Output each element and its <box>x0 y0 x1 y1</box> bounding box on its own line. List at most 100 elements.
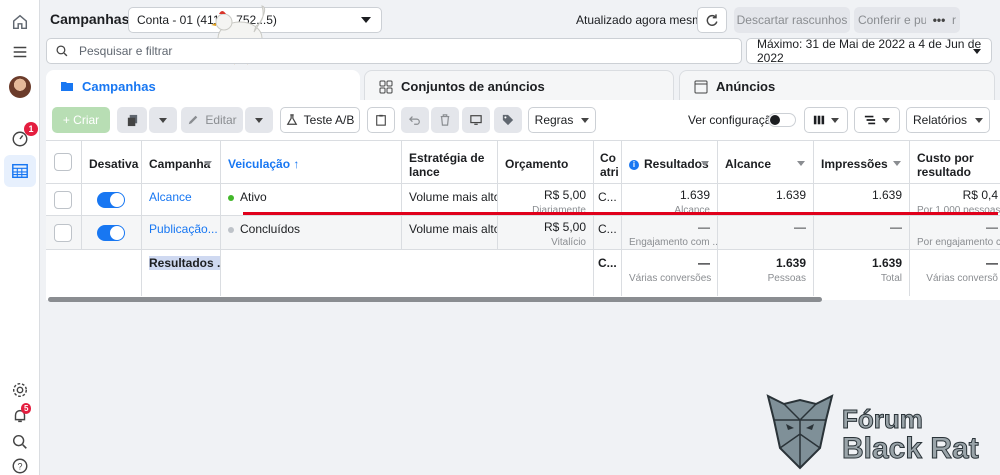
col-bid-strategy[interactable]: Estratégia de lance <box>402 141 498 183</box>
totals-results: — <box>698 256 710 270</box>
reports-label: Relatórios <box>912 113 968 127</box>
date-range-label: Máximo: 31 de Mai de 2022 a 4 de Jun de … <box>757 37 982 65</box>
avatar[interactable] <box>9 76 31 98</box>
cost-cell: R$ 0,4 Por 1.000 pessoas... <box>910 184 1000 215</box>
col-cost-per-result[interactable]: Custo por resultado <box>910 141 1000 183</box>
tab-ad-sets[interactable]: Conjuntos de anúncios <box>364 70 674 102</box>
toggle-knob <box>110 225 124 240</box>
totals-cost-sub: Várias conversõ <box>926 273 998 284</box>
tab-ads[interactable]: Anúncios <box>679 70 995 102</box>
columns-icon <box>813 115 825 125</box>
cost-value: R$ 0,4 <box>962 188 998 202</box>
col-reach-label: Alcance <box>725 157 772 171</box>
totals-results-sub: Várias conversões <box>629 273 712 284</box>
date-range-picker[interactable]: Máximo: 31 de Mai de 2022 a 4 de Jun de … <box>746 37 992 65</box>
col-impressions-label: Impressões <box>821 157 888 171</box>
cost-sub: Por engajamento c... <box>917 237 1000 248</box>
select-all-checkbox[interactable] <box>54 153 72 171</box>
pencil-icon <box>189 115 198 125</box>
totals-reach: 1.639 <box>775 256 806 270</box>
svg-text:?: ? <box>17 462 22 472</box>
row-toggle-cell <box>82 216 142 249</box>
rat-logo-icon <box>766 394 834 470</box>
delete-button[interactable] <box>431 107 459 133</box>
info-icon: i <box>629 160 639 170</box>
undo-icon <box>409 116 420 125</box>
campaign-name-link[interactable]: Publicação... <box>142 216 221 249</box>
row-checkbox[interactable] <box>54 223 72 242</box>
row-select-cell <box>46 216 82 249</box>
totals-empty-cell <box>221 250 594 296</box>
totals-empty-cell <box>82 250 142 296</box>
totals-label-cell: Resultados ... <box>142 250 221 296</box>
rules-button[interactable]: Regras <box>528 107 596 133</box>
col-attribution[interactable]: Co atri <box>594 141 622 183</box>
preview-button[interactable] <box>462 107 490 133</box>
create-button[interactable]: + Criar <box>52 107 110 133</box>
edit-label: Editar <box>205 113 237 127</box>
tab-campaigns[interactable]: Campanhas <box>46 70 360 102</box>
menu-icon[interactable] <box>8 40 32 64</box>
totals-row: Resultados ... C... — Várias conversões 1… <box>46 250 1000 296</box>
row-checkbox[interactable] <box>54 190 72 209</box>
sort-icon <box>893 161 901 166</box>
col-impressions[interactable]: Impressões <box>814 141 910 183</box>
help-icon[interactable]: ? <box>8 454 32 475</box>
budget-cell: R$ 5,00 Diariamente <box>498 184 594 215</box>
clipboard-icon <box>376 114 386 126</box>
reports-button[interactable]: Relatórios <box>906 107 990 133</box>
results-cell: 1.639 Alcance <box>622 184 718 215</box>
refresh-button[interactable] <box>697 7 727 33</box>
table-icon[interactable] <box>4 155 36 187</box>
tab-campaigns-label: Campanhas <box>82 78 156 94</box>
search-icon <box>56 45 68 57</box>
budget-value: R$ 5,00 <box>543 220 586 234</box>
sort-icon <box>701 161 709 166</box>
rules-label: Regras <box>534 113 574 127</box>
search-filter-bar[interactable]: Pesquisar e filtrar <box>46 38 742 64</box>
reach-cell: 1.639 <box>718 184 814 215</box>
ad-icon <box>694 80 708 94</box>
clipboard-button[interactable] <box>367 107 395 133</box>
preview-icon <box>470 115 482 125</box>
col-campaign[interactable]: Campanha <box>142 141 221 183</box>
select-all-cell <box>46 141 82 183</box>
col-reach[interactable]: Alcance <box>718 141 814 183</box>
edit-button[interactable]: Editar <box>181 107 243 133</box>
campaign-toggle[interactable] <box>97 224 125 241</box>
breakdown-icon <box>864 115 876 125</box>
undo-button[interactable] <box>401 107 429 133</box>
table-row[interactable]: Publicação... Concluídos Volume mais alt… <box>46 216 1000 250</box>
col-delivery[interactable]: Veiculação ↑ <box>221 141 402 183</box>
chevron-down-icon <box>975 117 984 123</box>
settings-icon[interactable] <box>8 378 32 402</box>
col-budget[interactable]: Orçamento <box>498 141 594 183</box>
delivery-status: Ativo <box>240 190 267 204</box>
top-header: Campanhas Conta - 01 (4115...752...5) At… <box>40 0 1000 38</box>
chevron-down-icon <box>581 117 590 123</box>
duplicate-menu-button[interactable] <box>149 107 177 133</box>
totals-reach-sub: Pessoas <box>767 273 806 284</box>
more-options-button[interactable]: ••• <box>926 7 952 33</box>
campaign-name-link[interactable]: Alcance <box>142 184 221 215</box>
page-title: Campanhas <box>50 11 130 27</box>
col-results[interactable]: i Resultados <box>622 141 718 183</box>
campaign-toggle[interactable] <box>97 191 125 208</box>
sort-icon <box>797 161 805 166</box>
home-icon[interactable] <box>8 10 32 34</box>
ab-test-button[interactable]: Teste A/B <box>280 107 360 133</box>
grid-icon <box>379 80 393 94</box>
tag-button[interactable] <box>494 107 522 133</box>
col-toggle[interactable]: Desativa <box>82 141 142 183</box>
tab-ad-sets-label: Conjuntos de anúncios <box>401 79 545 94</box>
breakdown-button[interactable] <box>854 107 900 133</box>
edit-menu-button[interactable] <box>245 107 273 133</box>
search-icon[interactable] <box>8 430 32 454</box>
delivery-status: Concluídos <box>240 222 301 236</box>
horizontal-scrollbar[interactable] <box>48 297 822 302</box>
duplicate-button[interactable] <box>117 107 147 133</box>
copy-icon <box>127 114 137 126</box>
columns-button[interactable] <box>804 107 848 133</box>
discard-drafts-button[interactable]: Descartar rascunhos <box>734 7 850 33</box>
view-setup-toggle[interactable] <box>768 113 796 127</box>
